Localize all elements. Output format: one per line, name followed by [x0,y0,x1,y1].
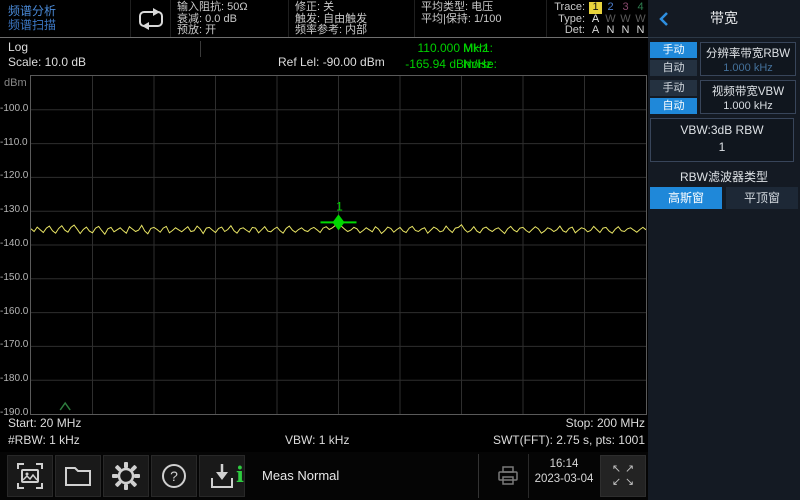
average-hold: 平均|保持: 1/100 [421,14,542,26]
y-axis-tick-label: -120.0 [0,170,27,181]
trace-2-selector[interactable]: 2 [603,2,618,14]
spectrum-analyzer-screen: 频谱分析 频谱扫描 输入阻抗: 50Ω 衰减: 0.0 dB 预放: 开 修正:… [0,0,800,500]
screenshot-icon [15,461,45,491]
y-axis-tick-label: -160.0 [0,306,27,317]
y-axis-tick-label: -170.0 [0,339,27,350]
amplitude-unit-label: dBm [4,77,27,89]
input-settings-block: 输入阻抗: 50Ω 衰减: 0.0 dB 预放: 开 [170,0,288,37]
trace-4-selector[interactable]: 4 [633,2,648,14]
y-axis-tick-label: -110.0 [0,137,27,148]
rbw-value-tile[interactable]: 分辨率带宽RBW 1.000 kHz [700,42,796,76]
frequency-info-bar: Start: 20 MHz Stop: 200 MHz #RBW: 1 kHz … [0,414,648,451]
measurement-status: Meas Normal [262,468,339,483]
vbw-rbw-ratio-tile[interactable]: VBW:3dB RBW 1 [650,118,794,162]
trace-legend: Trace: 1 2 3 4 Type: A W W W Det: A N N … [546,0,648,37]
rbw-value: 1.000 kHz [701,62,795,74]
clock: 16:14 2023-03-04 [531,457,597,487]
help-icon: ? [159,461,189,491]
scale-bar: Log Scale: 10.0 dB Ref Lel: -90.00 dBm M… [0,39,648,75]
help-button[interactable]: ? [151,455,197,497]
info-icon: i [236,464,244,485]
vbw-label: 视频带宽VBW [701,83,795,99]
bottom-toolbar: ? i Meas Normal 16:14 2023-03-04 [0,452,648,500]
download-icon [207,461,237,491]
settings-button[interactable] [103,455,149,497]
fullscreen-icon: ↖↗↙↘ [610,463,636,489]
trace-det-label: Det: [547,25,585,37]
mode-menu[interactable]: 频谱分析 频谱扫描 [0,0,130,37]
top-status-bar: 频谱分析 频谱扫描 输入阻抗: 50Ω 衰减: 0.0 dB 预放: 开 修正:… [0,0,648,38]
scalebar-divider [200,41,201,57]
trigger-marker [60,403,70,410]
sweep-loop-section[interactable] [130,0,170,37]
trace-1-det: A [588,25,603,37]
input-impedance: 输入阻抗: 50Ω [177,2,284,14]
rbw-readout[interactable]: #RBW: 1 kHz [8,433,80,447]
ratio-label: VBW:3dB RBW [651,123,793,137]
trigger-settings-block: 修正: 关 触发: 自由触发 频率参考: 内部 [288,0,414,37]
fullscreen-button[interactable]: ↖↗↙↘ [600,455,646,497]
y-axis-tick-label: -140.0 [0,238,27,249]
vbw-value-tile[interactable]: 视频带宽VBW 1.000 kHz [700,80,796,114]
freq-reference: 频率参考: 内部 [295,25,410,37]
vbw-readout[interactable]: VBW: 1 kHz [285,433,349,447]
gear-icon [111,461,141,491]
average-settings-block: 平均类型: 电压 平均|保持: 1/100 [414,0,546,37]
mode-line1[interactable]: 频谱分析 [8,4,130,18]
continuous-sweep-icon [136,7,166,31]
noise-readout-value: -165.94 dBm/Hz [405,57,492,71]
average-type: 平均类型: 电压 [421,2,542,14]
time-value: 16:14 [531,457,597,472]
trace-4-det: N [633,25,648,37]
preamp: 预放: 开 [177,25,284,37]
y-axis-tick-label: -100.0 [0,103,27,114]
spectrum-trace-svg: 1 [31,76,646,414]
filter-flattop-button[interactable]: 平顶窗 [726,187,798,209]
y-axis-tick-label: -180.0 [0,373,27,384]
rbw-manual-button[interactable]: 手动 [650,42,697,58]
marker-readout-value: 110.000 MHz [418,41,488,55]
trace-3-det: N [618,25,633,37]
start-frequency[interactable]: Start: 20 MHz [8,416,81,430]
vbw-value: 1.000 kHz [701,100,795,112]
filter-gaussian-button[interactable]: 高斯窗 [650,187,722,209]
rbw-label: 分辨率带宽RBW [701,45,795,61]
svg-text:?: ? [170,468,178,484]
panel-header: 带宽 [648,0,800,38]
trace-1-selector[interactable]: 1 [589,2,602,14]
filter-type-label: RBW滤波器类型 [648,168,800,185]
bandwidth-menu-panel: 带宽 手动 自动 分辨率带宽RBW 1.000 kHz 手动 自动 视频带宽VB… [648,0,800,500]
sweep-time-readout: SWT(FFT): 2.75 s, pts: 1001 [493,433,645,447]
toolbar-divider-2 [528,454,529,498]
screenshot-button[interactable] [7,455,53,497]
ref-level[interactable]: Ref Lel: -90.00 dBm [278,55,385,69]
mode-line2[interactable]: 频谱扫描 [8,18,130,32]
stop-frequency[interactable]: Stop: 200 MHz [566,416,645,430]
toolbar-divider [478,454,479,498]
correction: 修正: 关 [295,2,410,14]
trace-2-det: N [603,25,618,37]
log-scale-mode: Log [8,40,28,54]
vbw-manual-button[interactable]: 手动 [650,80,697,96]
file-manager-button[interactable] [55,455,101,497]
y-axis-tick-label: -150.0 [0,272,27,283]
date-value: 2023-03-04 [531,472,597,487]
y-axis-tick-label: -130.0 [0,204,27,215]
folder-icon [63,461,93,491]
trace-label: Trace: [547,2,585,14]
spectrum-plot-area[interactable]: 1 [30,75,647,415]
printer-icon [497,466,519,486]
ratio-value: 1 [651,140,793,154]
scale-value[interactable]: Scale: 10.0 dB [8,55,86,69]
rbw-auto-button[interactable]: 自动 [650,60,697,76]
marker-number: 1 [336,199,343,213]
vbw-auto-button[interactable]: 自动 [650,98,697,114]
back-icon[interactable] [656,10,674,28]
trace-3-selector[interactable]: 3 [618,2,633,14]
